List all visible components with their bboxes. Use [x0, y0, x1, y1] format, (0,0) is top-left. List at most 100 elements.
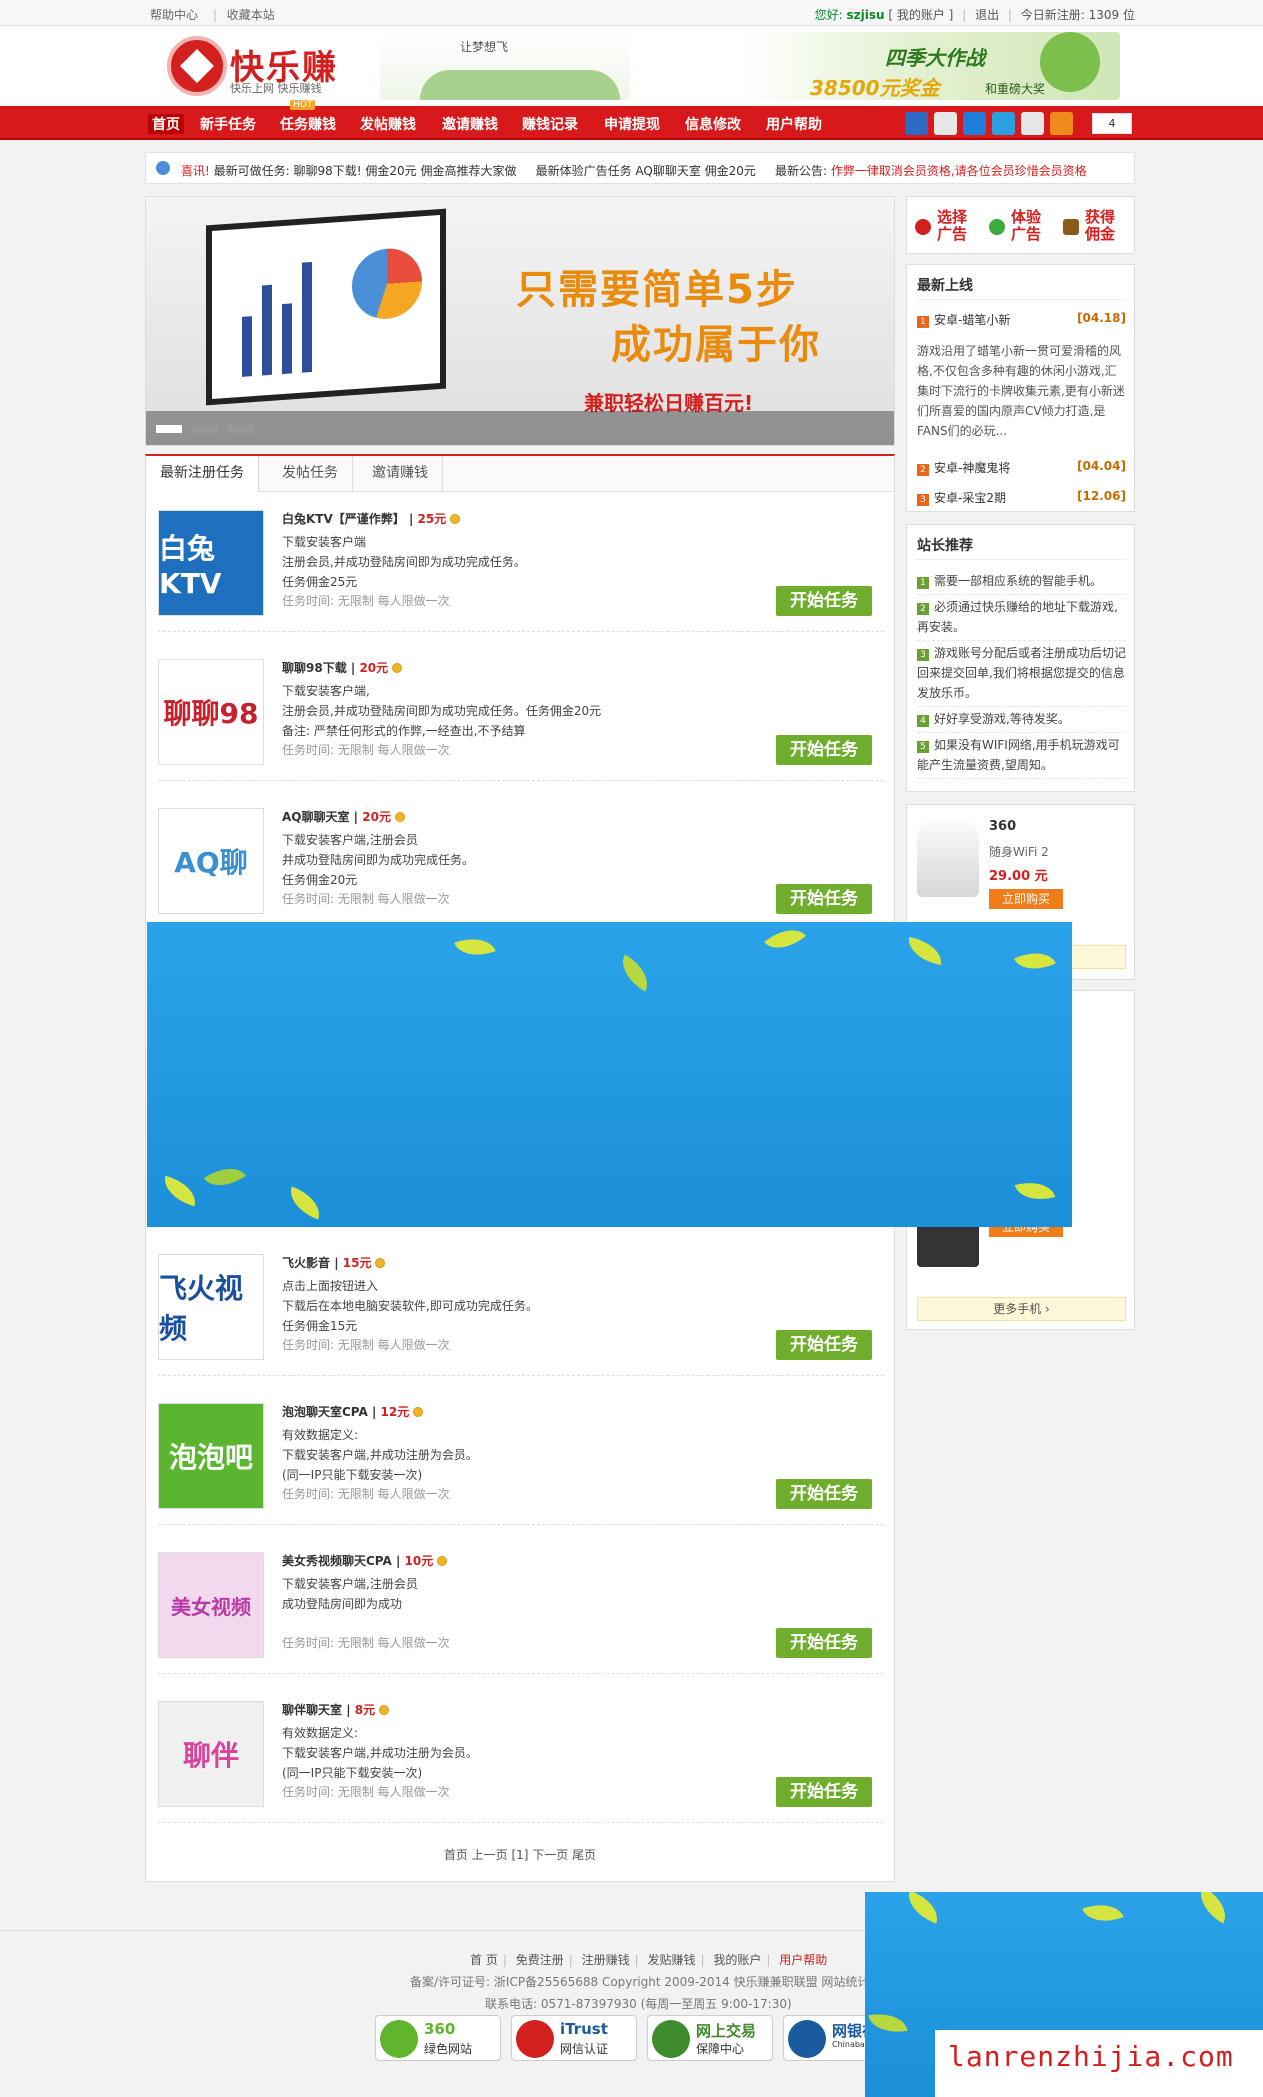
notice-item-3[interactable]: 作弊一律取消会员资格,请各位会员珍惜会员资格 — [831, 164, 1087, 178]
hero-slider[interactable]: 只需要简单5步 成功属于你 兼职轻松日赚百元! — [145, 196, 895, 446]
notice-item-2[interactable]: 最新体验广告任务 AQ聊聊天室 佣金20元 — [536, 164, 756, 178]
chart-screen-illustration — [206, 208, 446, 406]
slider-pager — [146, 411, 894, 445]
steps-box: 选择广告 体验广告 获得佣金 — [906, 196, 1135, 254]
recommend-item: 3 游戏账号分配后或者注册成功后切记回来提交回单,我们将根据您提交的信息发放乐币。 — [917, 643, 1126, 707]
footer-post-earn-link[interactable]: 发贴赚钱 — [647, 1953, 695, 1967]
newest-item[interactable]: 2 安卓-神魔鬼将 [04.04] — [917, 459, 1126, 476]
share-tqq-icon[interactable] — [992, 112, 1015, 135]
notice-item-1[interactable]: 最新可做任务: 聊聊98下载! 佣金20元 佣金高推荐大家做 — [214, 164, 517, 178]
logo-icon[interactable] — [167, 36, 227, 96]
start-task-button[interactable]: 开始任务 — [776, 1479, 872, 1509]
start-task-button[interactable]: 开始任务 — [776, 586, 872, 616]
task-description: 有效数据定义: 下载安装客户端,并成功注册为会员。 (同一IP只能下载安装一次) — [282, 1726, 478, 1780]
slider-headline-1: 只需要简单5步 — [516, 267, 798, 313]
step-select-ad[interactable]: 选择广告 — [911, 205, 983, 247]
share-renren-icon[interactable] — [963, 112, 986, 135]
tab-post-tasks[interactable]: 发帖任务 — [268, 456, 353, 492]
task-thumbnail[interactable]: 白兔KTV — [158, 510, 264, 616]
step-experience-ad[interactable]: 体验广告 — [985, 205, 1057, 247]
tab-invite-earn[interactable]: 邀请赚钱 — [358, 456, 443, 492]
share-weibo-icon[interactable] — [934, 112, 957, 135]
start-task-button[interactable]: 开始任务 — [776, 735, 872, 765]
task-title: AQ聊聊天室 | 20元 — [282, 808, 405, 825]
start-task-button[interactable]: 开始任务 — [776, 1330, 872, 1360]
pagination[interactable]: 首页 上一页 [1] 下一页 尾页 — [146, 1846, 894, 1863]
task-thumbnail[interactable]: 聊聊98 — [158, 659, 264, 765]
coin-icon — [437, 1556, 448, 1566]
more-phones-link[interactable]: 更多手机 › — [917, 1297, 1126, 1321]
task-thumbnail[interactable]: 泡泡吧 — [158, 1403, 264, 1509]
badge-itrust[interactable]: iTrust 网信认证 — [511, 2015, 637, 2061]
task-meta: 任务时间: 无限制 每人限做一次 — [282, 892, 450, 906]
nav-post-earn[interactable]: 发帖赚钱 — [360, 114, 416, 134]
recommend-item: 1 需要一部相应系统的智能手机。 — [917, 571, 1126, 595]
help-center-link[interactable]: 帮助中心 — [150, 8, 198, 22]
task-thumbnail[interactable]: 飞火视频 — [158, 1254, 264, 1360]
badge-trade-protection[interactable]: 网上交易 保障中心 — [647, 2015, 773, 2061]
share-more-icon[interactable] — [1050, 112, 1073, 135]
wifi-device-image[interactable] — [917, 821, 979, 897]
slider-dot-2[interactable] — [192, 425, 218, 433]
product-name[interactable]: 随身WiFi 2 — [989, 843, 1049, 860]
slider-dot-1[interactable] — [156, 425, 182, 433]
footer-home-link[interactable]: 首 页 — [470, 1953, 498, 1967]
footer-register-earn-link[interactable]: 注册赚钱 — [582, 1953, 630, 1967]
task-title: 白兔KTV【严谨作弊】 | 25元 — [282, 510, 461, 527]
logo-tagline: 快乐上网 快乐赚钱 — [230, 82, 322, 95]
plus-shield-icon — [380, 2020, 418, 2058]
nav-withdraw[interactable]: 申请提现 — [604, 114, 660, 134]
check-icon — [989, 219, 1005, 235]
task-title: 美女秀视频聊天CPA | 10元 — [282, 1552, 448, 1569]
buy-now-button[interactable]: 立即购买 — [989, 889, 1063, 909]
newest-item[interactable]: 3 安卓-采宝2期 [12.06] — [917, 489, 1126, 506]
step-get-commission[interactable]: 获得佣金 — [1059, 205, 1131, 247]
task-item: 聊聊98 聊聊98下载 | 20元 下载安装客户端, 注册会员,并成功登陆房间即为… — [158, 641, 884, 781]
task-item: 泡泡吧 泡泡聊天室CPA | 12元 有效数据定义: 下载安装客户端,并成功注册为… — [158, 1385, 884, 1525]
task-thumbnail[interactable]: 聊伴 — [158, 1701, 264, 1807]
start-task-button[interactable]: 开始任务 — [776, 1628, 872, 1658]
start-task-button[interactable]: 开始任务 — [776, 1777, 872, 1807]
footer-help-link[interactable]: 用户帮助 — [779, 1953, 827, 1967]
badge-360-green[interactable]: 360 绿色网站 — [375, 2015, 501, 2061]
nav-newbie-tasks[interactable]: 新手任务 — [200, 114, 256, 134]
newest-title: 最新上线 — [917, 278, 973, 294]
username[interactable]: szjisu — [846, 8, 884, 22]
task-thumbnail[interactable]: 美女视频 — [158, 1552, 264, 1658]
share-douban-icon[interactable] — [1021, 112, 1044, 135]
task-meta: 任务时间: 无限制 每人限做一次 — [282, 1636, 450, 1650]
share-qzone-icon[interactable] — [905, 112, 928, 135]
nav-edit-info[interactable]: 信息修改 — [685, 114, 741, 134]
pie-chart-illustration — [352, 246, 422, 322]
slider-dot-3[interactable] — [228, 425, 254, 433]
hand-pointer-icon — [915, 219, 931, 235]
recommend-item: 5 如果没有WIFI网络,用手机玩游戏可能产生流量资费,望周知。 — [917, 735, 1126, 779]
task-item: AQ聊 AQ聊聊天室 | 20元 下载安装客户端,注册会员 并成功登陆房间即为成功… — [158, 790, 884, 930]
today-registrations: 今日新注册: 1309 位 — [1020, 8, 1135, 22]
nav-task-earn[interactable]: 任务赚钱 — [280, 114, 336, 134]
nav-earn-records[interactable]: 赚钱记录 — [522, 114, 578, 134]
promo-banner[interactable]: 四季大作战 38500元奖金 和重磅大奖 — [740, 32, 1120, 100]
footer-register-link[interactable]: 免费注册 — [516, 1953, 564, 1967]
footer-links: 首 页 | 免费注册 | 注册赚钱 | 发贴赚钱 | 我的账户 | 用户帮助 — [470, 1953, 828, 1967]
floating-ad-overlay[interactable] — [147, 922, 1072, 1227]
nav-home[interactable]: 首页 — [148, 114, 184, 134]
task-thumbnail[interactable]: AQ聊 — [158, 808, 264, 914]
nav-user-help[interactable]: 用户帮助 — [766, 114, 822, 134]
coin-icon — [394, 812, 405, 822]
footer-copyright: 备案/许可证号: 浙ICP备25565688 Copyright 2009-20… — [410, 1975, 870, 1989]
site-header: 快乐赚 快乐上网 快乐赚钱 让梦想飞 四季大作战 38500元奖金 和重磅大奖 — [0, 26, 1263, 106]
footer-account-link[interactable]: 我的账户 — [713, 1953, 761, 1967]
shield-icon — [652, 2020, 690, 2058]
task-description: 下载安装客户端,注册会员 并成功登陆房间即为成功完成任务。 任务佣金20元 — [282, 833, 475, 887]
tab-new-register-tasks[interactable]: 最新注册任务 — [146, 456, 259, 493]
task-description: 下载安装客户端,注册会员 成功登陆房间即为成功 — [282, 1577, 418, 1611]
bookmark-link[interactable]: 收藏本站 — [227, 8, 275, 22]
my-account-link[interactable]: [ 我的账户 ] — [888, 8, 953, 22]
nav-invite-earn[interactable]: 邀请赚钱 — [442, 114, 498, 134]
task-description: 点击上面按钮进入 下载后在本地电脑安装软件,即可成功完成任务。 任务佣金15元 — [282, 1279, 538, 1333]
newest-item[interactable]: 1 安卓-蜡笔小新 [04.18] — [917, 311, 1126, 328]
start-task-button[interactable]: 开始任务 — [776, 884, 872, 914]
tree-icon — [1040, 32, 1100, 92]
logout-link[interactable]: 退出 — [975, 8, 999, 22]
